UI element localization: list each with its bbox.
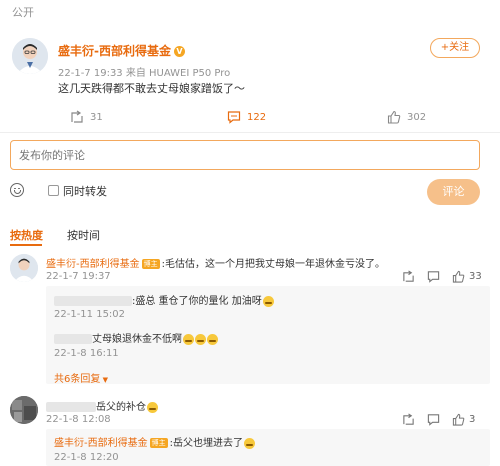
reply: 丈母娘退休金不低啊	[54, 330, 218, 345]
emoji-icon	[262, 295, 274, 307]
laugh-cry-emoji-icon	[195, 333, 206, 345]
reply: :盛总 重仓了你的量化 加油呀	[54, 292, 274, 307]
repost-icon[interactable]	[402, 413, 415, 426]
reply-text: :盛总 重仓了你的量化 加油呀	[132, 296, 262, 307]
repost-checkbox-label[interactable]: 同时转发	[63, 183, 107, 199]
repost-icon	[71, 110, 83, 123]
comment-icon	[227, 111, 241, 124]
author-name[interactable]: 盛丰衍-西部利得基金 V	[58, 42, 185, 59]
redacted-username	[46, 402, 96, 412]
comment-author[interactable]: 盛丰衍-西部利得基金	[46, 259, 140, 270]
thumbs-up-icon	[452, 413, 465, 426]
visibility-label: 公开	[12, 6, 34, 19]
emoji-icon[interactable]	[10, 183, 24, 197]
comment: 盛丰衍-西部利得基金 博主:毛估估，这一个月把我丈母娘一年退休金亏没了。	[46, 255, 385, 270]
more-replies-text[interactable]: 共6条回复	[54, 374, 100, 385]
repost-count: 31	[90, 111, 103, 123]
thumbs-up-icon	[452, 270, 465, 283]
reply-text: 丈母娘退休金不低啊	[92, 334, 182, 345]
blogger-tag: 博主	[149, 438, 168, 448]
comment: 岳父的补仓	[46, 398, 158, 413]
comment-like-count: 33	[469, 271, 482, 282]
like-button[interactable]: 302	[387, 110, 426, 124]
redacted-username	[54, 334, 92, 344]
laugh-cry-emoji-icon	[183, 333, 194, 345]
verified-badge-icon: V	[173, 46, 185, 57]
replies-container: 盛丰衍-西部利得基金 博主:岳父也埋进去了 22-1-8 12:20	[46, 429, 490, 466]
redacted-username	[54, 296, 132, 306]
comment-like-count: 3	[469, 414, 476, 425]
reply-author[interactable]: 盛丰衍-西部利得基金	[54, 438, 148, 449]
follow-button[interactable]: +关注	[430, 38, 480, 58]
post-text: 这几天跌得都不敢去丈母娘家蹭饭了～	[58, 82, 245, 95]
laugh-cry-emoji-icon	[243, 437, 255, 449]
thumbs-up-icon	[387, 110, 401, 124]
comment-button[interactable]: 122	[227, 110, 266, 124]
repost-icon[interactable]	[402, 270, 415, 283]
author-avatar[interactable]	[12, 38, 48, 74]
tab-sort-by-time[interactable]: 按时间	[67, 227, 100, 243]
reply-time: 22-1-11 15:02	[54, 309, 126, 320]
reply-text: :岳父也埋进去了	[169, 438, 243, 449]
comment-icon[interactable]	[427, 270, 440, 283]
comment-time: 22-1-7 19:37	[46, 271, 111, 282]
comment-icon[interactable]	[427, 413, 440, 426]
comment-time: 22-1-8 12:08	[46, 414, 111, 425]
submit-comment-button[interactable]: 评论	[427, 179, 480, 205]
commenter-avatar[interactable]	[10, 396, 38, 424]
comment-actions: 3	[402, 413, 475, 426]
reply-time: 22-1-8 16:11	[54, 348, 119, 359]
comment-like-button[interactable]: 3	[452, 413, 475, 426]
comment-text: :毛估估，这一个月把我丈母娘一年退休金亏没了。	[161, 259, 385, 270]
chevron-down-icon: ▼	[100, 376, 108, 384]
post-meta: 22-1-7 19:33 来自 HUAWEI P50 Pro	[58, 68, 231, 79]
comment-input[interactable]	[10, 140, 480, 170]
comment-actions: 33	[402, 270, 482, 283]
more-replies-link[interactable]: 共6条回复 ▼	[54, 370, 108, 385]
tab-sort-by-hot[interactable]: 按热度	[10, 227, 43, 243]
blogger-tag: 博主	[141, 259, 160, 269]
commenter-avatar[interactable]	[10, 254, 38, 282]
comment-count: 122	[247, 111, 267, 123]
like-count: 302	[407, 111, 427, 123]
repost-checkbox[interactable]	[48, 185, 59, 196]
divider	[0, 132, 500, 133]
tab-active-indicator	[10, 244, 42, 246]
comment-like-button[interactable]: 33	[452, 270, 482, 283]
repost-button[interactable]: 31	[70, 110, 103, 124]
replies-container: :盛总 重仓了你的量化 加油呀 22-1-11 15:02 丈母娘退休金不低啊 …	[46, 286, 490, 385]
laugh-cry-emoji-icon	[207, 333, 218, 345]
reply: 盛丰衍-西部利得基金 博主:岳父也埋进去了	[54, 434, 255, 449]
reply-time: 22-1-8 12:20	[54, 452, 119, 463]
comment-text: 岳父的补仓	[96, 402, 146, 413]
emoji-icon	[147, 401, 158, 413]
author-name-text[interactable]: 盛丰衍-西部利得基金	[58, 44, 171, 58]
